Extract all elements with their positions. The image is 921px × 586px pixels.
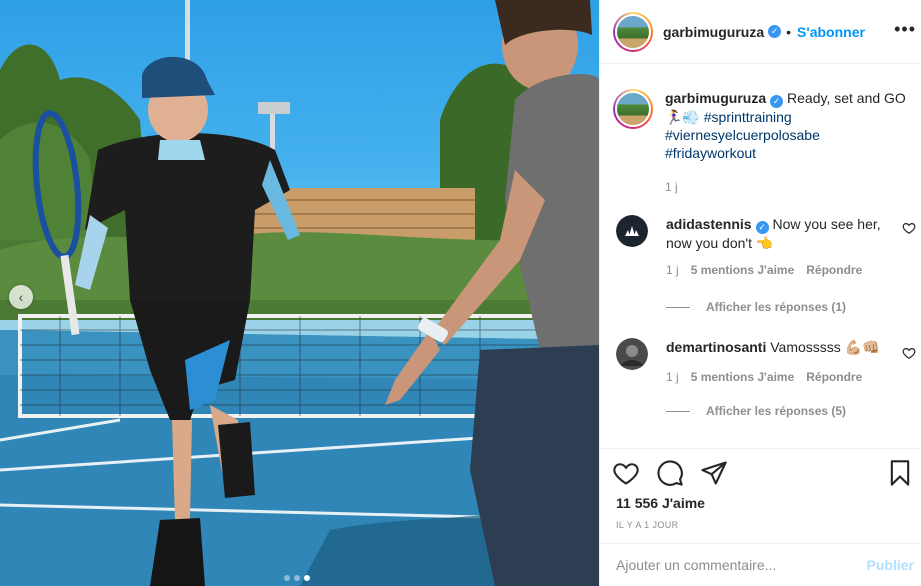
author-avatar[interactable]: [613, 11, 653, 52]
post-caption: garbimuguruza ✓ Ready, set and GO 🏃‍♀️💨 #…: [613, 89, 915, 196]
comment-text: Vamosssss 💪🏼👊🏼: [770, 339, 880, 355]
like-heart-icon[interactable]: [612, 459, 640, 487]
view-replies-button[interactable]: Afficher les réponses (1): [666, 300, 846, 314]
reply-button[interactable]: Répondre: [806, 368, 862, 386]
post-header: garbimuguruza ✓ • S'abonner •••: [600, 0, 921, 64]
likes-count[interactable]: 11 556 J'aime: [616, 495, 705, 511]
post-side-panel: garbimuguruza ✓ • S'abonner ••• garbimug…: [599, 0, 921, 586]
post-timestamp[interactable]: IL Y A 1 JOUR: [616, 520, 679, 530]
comment-timestamp[interactable]: 1 j: [666, 261, 679, 279]
verified-badge-icon: ✓: [755, 221, 769, 234]
comment-likes[interactable]: 5 mentions J'aime: [691, 368, 795, 386]
replies-divider: [666, 410, 690, 412]
hashtag-link[interactable]: #fridayworkout: [665, 144, 915, 162]
separator-dot: •: [786, 23, 792, 40]
commenter-username[interactable]: demartinosanti: [666, 339, 766, 355]
carousel-dot: [294, 575, 300, 581]
caption-timestamp[interactable]: 1 j: [665, 178, 915, 196]
author-username[interactable]: garbimuguruza: [663, 24, 764, 40]
caption-emoji: 🏃‍♀️💨: [665, 109, 700, 125]
hashtag-link[interactable]: #sprinttraining: [704, 109, 792, 125]
comment-bubble-icon[interactable]: [656, 459, 684, 487]
carousel-dot: [284, 575, 290, 581]
comment-input[interactable]: [616, 557, 856, 573]
publish-button[interactable]: Publier: [867, 557, 914, 573]
comments-list[interactable]: garbimuguruza ✓ Ready, set and GO 🏃‍♀️💨 #…: [600, 65, 921, 448]
follow-button[interactable]: S'abonner: [797, 24, 865, 40]
post-photo[interactable]: ‹: [0, 0, 599, 586]
save-bookmark-icon[interactable]: [886, 459, 914, 487]
commenter-avatar[interactable]: [616, 338, 648, 370]
post-actions: 11 556 J'aime IL Y A 1 JOUR: [600, 448, 921, 543]
verified-badge-icon: ✓: [768, 25, 782, 38]
hashtag-link[interactable]: #viernesyelcuerpolosabe: [665, 126, 915, 144]
reply-button[interactable]: Répondre: [806, 261, 862, 279]
caption-text: Ready, set and GO: [787, 90, 906, 106]
view-replies-button[interactable]: Afficher les réponses (5): [666, 404, 846, 418]
comment-item: adidastennis ✓ Now you see her, now you d…: [616, 215, 916, 279]
carousel-dot-active: [304, 575, 310, 581]
view-replies-label: Afficher les réponses (5): [706, 404, 847, 418]
tennis-training-scene: [0, 0, 599, 586]
view-replies-label: Afficher les réponses (1): [706, 300, 847, 314]
caption-author-avatar[interactable]: [613, 89, 653, 129]
comment-likes[interactable]: 5 mentions J'aime: [691, 261, 795, 279]
carousel-prev-button[interactable]: ‹: [9, 285, 33, 309]
add-comment-bar: Publier: [600, 543, 921, 586]
commenter-avatar[interactable]: [616, 215, 648, 247]
caption-author-username[interactable]: garbimuguruza: [665, 90, 766, 106]
comment-timestamp[interactable]: 1 j: [666, 368, 679, 386]
more-options-icon[interactable]: •••: [894, 20, 916, 38]
carousel-indicator: [284, 575, 310, 581]
like-comment-heart-icon[interactable]: [902, 221, 916, 235]
comment-item: demartinosanti Vamosssss 💪🏼👊🏼 1 j 5 ment…: [616, 338, 916, 386]
commenter-username[interactable]: adidastennis: [666, 216, 752, 232]
share-paper-plane-icon[interactable]: [700, 459, 728, 487]
like-comment-heart-icon[interactable]: [902, 346, 916, 360]
verified-badge-icon: ✓: [770, 95, 784, 108]
replies-divider: [666, 306, 690, 308]
